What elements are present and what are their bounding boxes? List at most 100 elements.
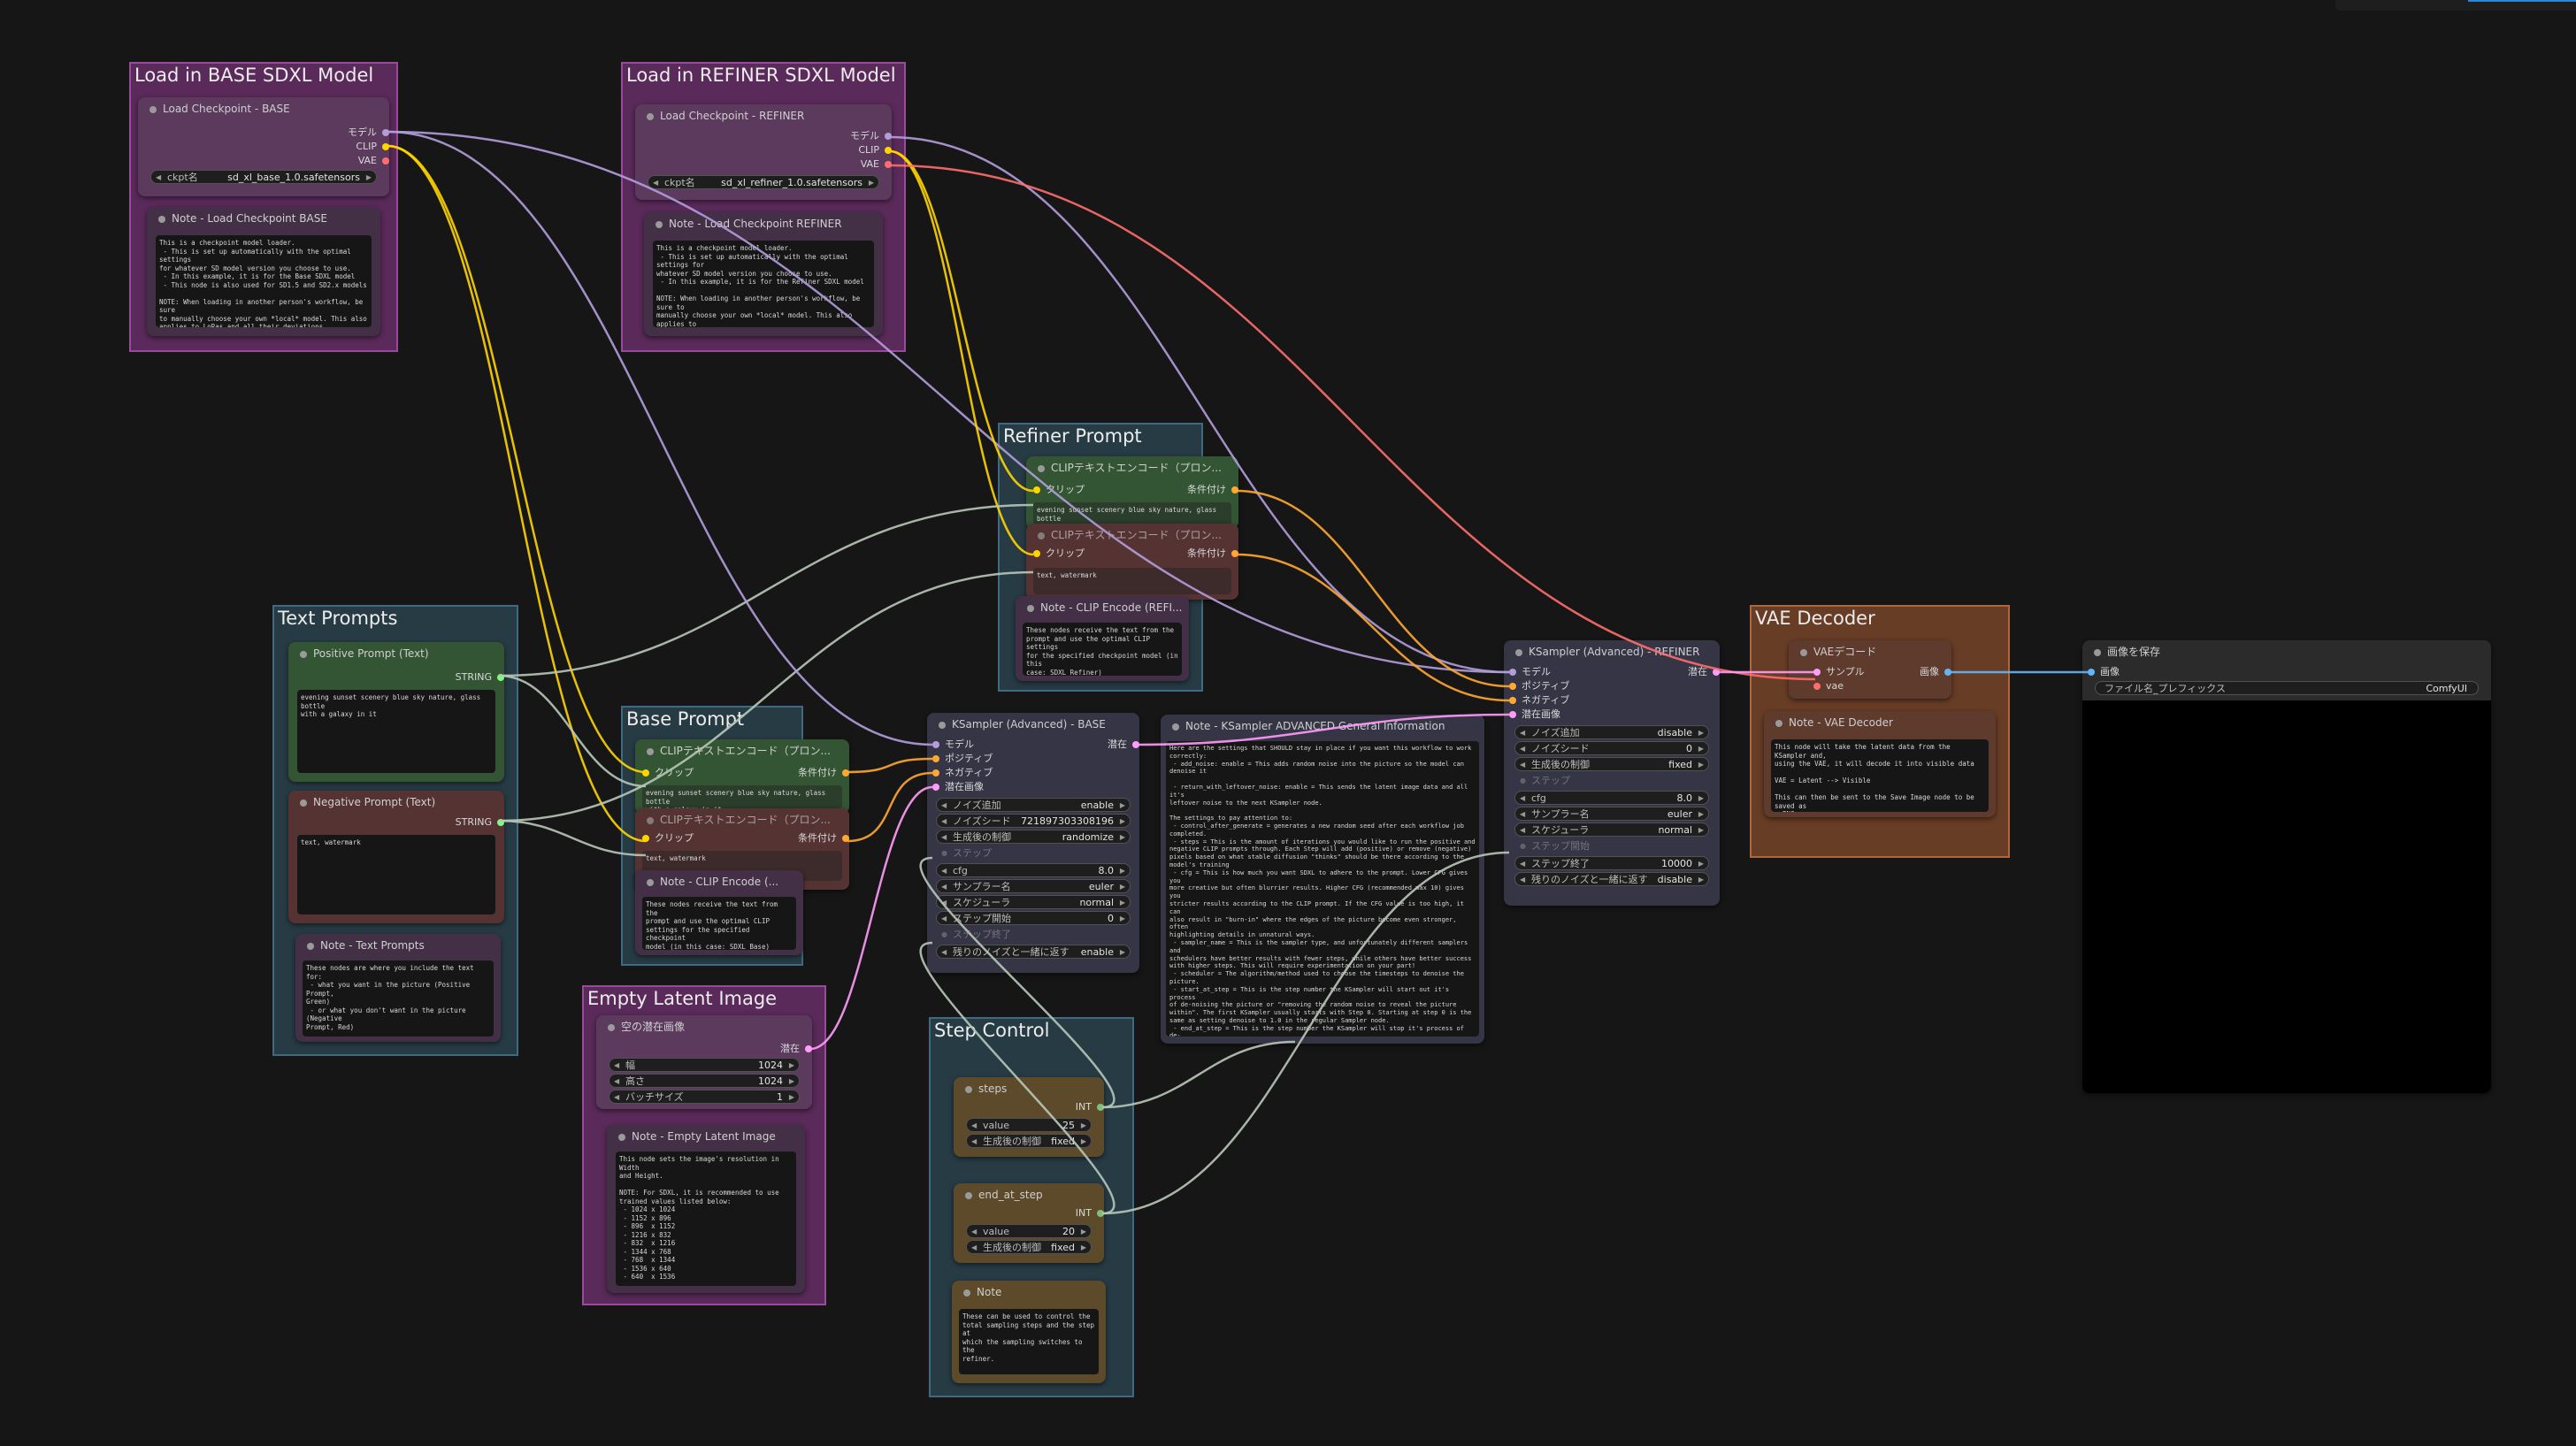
node-title[interactable]: Note - KSampler ADVANCED General Informa… [1161,715,1484,738]
slot-dot-icon[interactable] [2088,669,2095,676]
ckpt-name-combo[interactable]: ◀ ckpt名 sd_xl_base_1.0.safetensors ▶ [150,170,377,184]
collapse-dot-icon[interactable] [939,722,946,729]
collapse-dot-icon[interactable] [1515,649,1522,656]
collapse-dot-icon[interactable] [300,651,307,658]
height-number[interactable]: ◀ 高さ 1024 ▶ [609,1074,800,1088]
slot-dot-icon[interactable] [1813,683,1821,690]
slot-dot-icon[interactable] [1509,669,1516,676]
top-menu-bar[interactable] [2335,0,2576,11]
collapse-dot-icon[interactable] [300,800,307,807]
arrow-left-icon[interactable]: ◀ [971,1241,977,1253]
node-note-vae-decoder[interactable]: Note - VAE Decoder This node will take t… [1764,711,1996,817]
wire-string[interactable] [498,503,1034,677]
output-image[interactable]: 画像 [1920,665,1951,679]
add-noise-combo[interactable]: ◀ ノイズ追加 enable ▶ [936,798,1131,812]
note-textarea[interactable]: This is a checkpoint model loader. - Thi… [653,241,874,327]
arrow-right-icon[interactable]: ▶ [1081,1241,1086,1253]
node-base-clip-encode-positive[interactable]: CLIPテキストエンコード（プロン... クリップ 条件付け evening s… [635,739,849,814]
collapse-dot-icon[interactable] [1800,649,1807,656]
arrow-right-icon[interactable]: ▶ [1120,945,1125,958]
collapse-dot-icon[interactable] [1038,532,1045,539]
node-note-clip-encode-refiner[interactable]: Note - CLIP Encode (REFI... These nodes … [1016,596,1189,681]
node-title[interactable]: Note - VAE Decoder [1764,711,1996,735]
node-end-at-step-primitive[interactable]: end_at_step INT ◀ value 20 ▶ ◀ 生成後の制御 fixed ▶ [954,1183,1104,1263]
input-negative[interactable]: ネガティブ [932,766,993,780]
slot-dot-icon[interactable] [932,755,939,762]
node-load-checkpoint-base[interactable]: Load Checkpoint - BASE モデル CLIP VAE ◀ ckp… [138,97,389,196]
wire-conditioning[interactable] [1236,489,1510,688]
arrow-left-icon[interactable]: ◀ [971,1135,977,1147]
arrow-left-icon[interactable]: ◀ [1520,792,1525,804]
arrow-left-icon[interactable]: ◀ [941,880,947,892]
collapse-dot-icon[interactable] [963,1289,970,1297]
node-positive-prompt[interactable]: Positive Prompt (Text) STRING evening su… [288,642,504,782]
arrow-right-icon[interactable]: ▶ [1698,742,1704,754]
input-model[interactable]: モデル [1509,665,1551,679]
prompt-textarea[interactable]: text, watermark [1033,568,1231,594]
node-vae-decode[interactable]: VAEデコード サンプル vae 画像 [1789,640,1951,699]
output-model[interactable]: モデル [850,129,892,143]
collapse-dot-icon[interactable] [150,106,157,113]
negative-prompt-textarea[interactable]: text, watermark [297,835,495,914]
arrow-left-icon[interactable]: ◀ [971,1119,977,1131]
node-ksampler-refiner[interactable]: KSampler (Advanced) - REFINER モデル 潜在 ポジテ… [1504,640,1720,906]
collapse-dot-icon[interactable] [647,113,654,120]
arrow-right-icon[interactable]: ▶ [789,1075,794,1087]
arrow-left-icon[interactable]: ◀ [941,799,947,811]
arrow-right-icon[interactable]: ▶ [1081,1119,1086,1131]
output-latent[interactable]: 潜在 [1688,665,1720,679]
node-title[interactable]: VAEデコード [1789,640,1951,664]
add-noise-combo[interactable]: ◀ ノイズ追加 disable ▶ [1514,725,1709,739]
node-title[interactable]: Negative Prompt (Text) [288,791,504,815]
note-textarea[interactable]: These can be used to control the total s… [959,1309,1099,1374]
output-vae[interactable]: VAE [861,157,892,172]
arrow-left-icon[interactable]: ◀ [1520,873,1525,885]
control-after-generate-combo[interactable]: ◀ 生成後の制御 fixed ▶ [966,1134,1092,1148]
slot-dot-icon[interactable] [805,1045,812,1052]
scheduler-combo[interactable]: ◀ スケジューラ normal ▶ [936,895,1131,909]
collapse-dot-icon[interactable] [2094,649,2101,656]
collapse-dot-icon[interactable] [307,943,314,950]
arrow-left-icon[interactable]: ◀ [653,176,658,188]
arrow-left-icon[interactable]: ◀ [971,1225,977,1237]
slot-dot-icon[interactable] [1132,741,1139,748]
node-title[interactable]: end_at_step [954,1183,1104,1207]
wire-conditioning[interactable] [847,757,933,774]
control-after-generate-combo[interactable]: ◀ 生成後の制御 fixed ▶ [966,1240,1092,1254]
node-save-image[interactable]: 画像を保存 画像 ファイル名_プレフィックス ComfyUI [2082,640,2491,1093]
node-title[interactable]: steps [954,1077,1104,1101]
node-load-checkpoint-refiner[interactable]: Load Checkpoint - REFINER モデル CLIP VAE ◀… [635,104,892,200]
arrow-right-icon[interactable]: ▶ [1698,823,1704,836]
node-title[interactable]: Note - CLIP Encode (REFI... [1016,596,1189,620]
arrow-right-icon[interactable]: ▶ [366,171,372,183]
input-clip[interactable]: クリップ [1033,483,1085,497]
arrow-left-icon[interactable]: ◀ [1520,857,1525,869]
slot-dot-icon[interactable] [382,157,389,164]
input-latent-image[interactable]: 潜在画像 [1509,708,1560,722]
note-textarea[interactable]: These nodes receive the text from the pr… [1023,623,1182,676]
arrow-left-icon[interactable]: ◀ [1520,807,1525,820]
collapse-dot-icon[interactable] [1038,465,1045,472]
wire-model[interactable] [387,130,1510,674]
node-steps-primitive[interactable]: steps INT ◀ value 25 ▶ ◀ 生成後の制御 fixed ▶ [954,1077,1104,1157]
node-title[interactable]: CLIPテキストエンコード（プロン... [1026,456,1238,480]
node-note-checkpoint-base[interactable]: Note - Load Checkpoint BASE This is a ch… [147,207,380,336]
slot-dot-icon[interactable] [1033,550,1040,557]
arrow-left-icon[interactable]: ◀ [614,1075,619,1087]
slot-dot-icon[interactable] [932,769,939,777]
arrow-right-icon[interactable]: ▶ [1081,1135,1086,1147]
node-note-step-control[interactable]: Note These can be used to control the to… [952,1281,1106,1383]
arrow-left-icon[interactable]: ◀ [1520,742,1525,754]
arrow-right-icon[interactable]: ▶ [1081,1225,1086,1237]
output-clip[interactable]: CLIP [858,143,892,157]
input-vae[interactable]: vae [1813,679,1844,693]
input-images[interactable]: 画像 [2088,665,2120,679]
output-latent[interactable]: 潜在 [780,1042,812,1056]
arrow-right-icon[interactable]: ▶ [1120,912,1125,924]
slot-dot-icon[interactable] [1509,697,1516,704]
arrow-right-icon[interactable]: ▶ [869,176,874,188]
slot-dot-icon[interactable] [1097,1104,1104,1111]
arrow-right-icon[interactable]: ▶ [1120,830,1125,843]
arrow-right-icon[interactable]: ▶ [1698,873,1704,885]
control-after-generate-combo[interactable]: ◀ 生成後の制御 fixed ▶ [1514,757,1709,771]
